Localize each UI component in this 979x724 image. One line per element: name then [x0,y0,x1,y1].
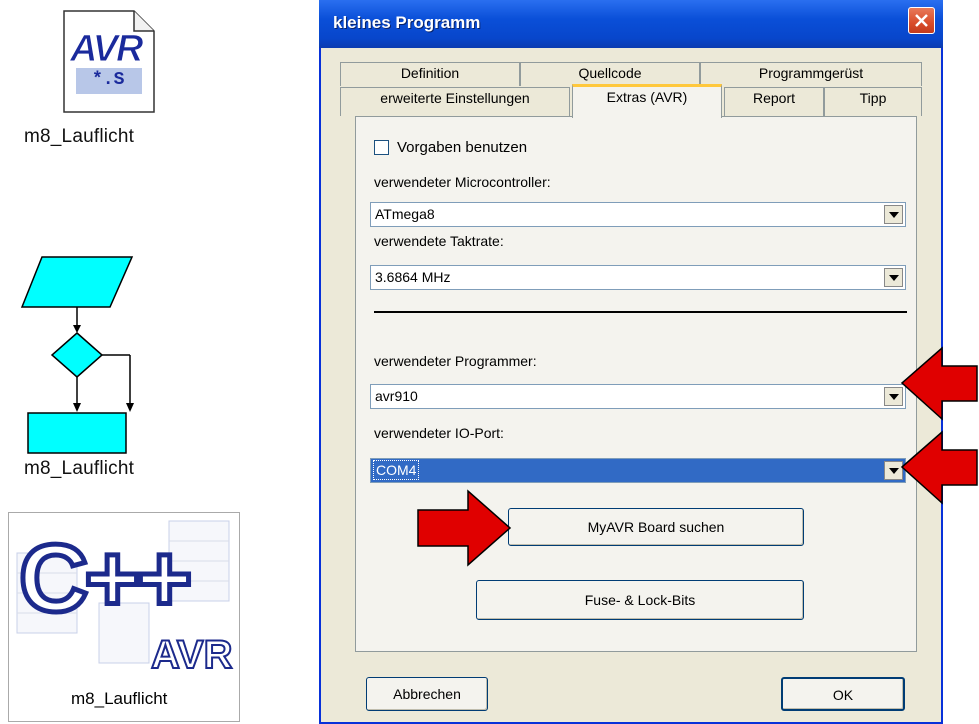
ioport-label: verwendeter IO-Port: [374,425,504,441]
microcontroller-label: verwendeter Microcontroller: [374,174,551,190]
programmer-label: verwendeter Programmer: [374,353,537,369]
avr-badge: AVR [69,28,143,71]
avr-logo: AVR [150,632,233,678]
tab-report[interactable]: Report [724,87,824,116]
vorgaben-checkbox[interactable] [374,140,389,155]
close-icon [915,14,928,27]
checkbox-label: Vorgaben benutzen [397,139,528,156]
chevron-down-icon [889,212,899,218]
microcontroller-value: ATmega8 [375,206,435,222]
cancel-button[interactable]: Abbrechen [366,677,488,711]
programmer-select[interactable]: avr910 [370,384,906,409]
icon-label: m8_Lauflicht [71,689,168,708]
chevron-down-icon [889,394,899,400]
dialog-title: kleines Programm [333,13,481,32]
programmer-value: avr910 [375,388,418,404]
dropdown-button[interactable] [884,268,903,287]
close-button[interactable] [908,7,935,34]
title-bar[interactable]: kleines Programm [319,0,943,48]
tab-tipp[interactable]: Tipp [824,87,922,116]
asm-file-icon[interactable]: AVR *.S [62,10,157,115]
annotation-arrow-ioport [900,430,978,505]
tab-programmgeruest[interactable]: Programmgerüst [700,62,922,86]
tab-definition[interactable]: Definition [340,62,520,86]
ioport-value: COM4 [373,460,420,480]
ok-button[interactable]: OK [781,677,905,711]
chevron-down-icon [889,468,899,474]
tab-erweiterte-einstellungen[interactable]: erweiterte Einstellungen [340,87,570,116]
tab-quellcode[interactable]: Quellcode [520,62,700,86]
clock-label: verwendete Taktrate: [374,233,504,249]
microcontroller-select[interactable]: ATmega8 [370,202,906,227]
clock-select[interactable]: 3.6864 MHz [370,265,906,290]
flowchart-icon[interactable] [20,255,150,455]
fuse-lock-bits-button[interactable]: Fuse- & Lock-Bits [476,580,804,620]
file-extension: *.S [92,70,125,90]
tab-extras-avr[interactable]: Extras (AVR) [572,84,722,118]
annotation-arrow-search [417,489,512,567]
separator [374,311,907,313]
chevron-down-icon [889,275,899,281]
search-board-button[interactable]: MyAVR Board suchen [508,508,804,546]
icon-label: m8_Lauflicht [24,126,135,147]
dropdown-button[interactable] [884,205,903,224]
annotation-arrow-programmer [900,346,978,421]
icon-label: m8_Lauflicht [24,458,135,479]
cpp-project-icon[interactable]: C++ AVR m8_Lauflicht [8,512,240,722]
cpp-logo: C++ [16,525,194,632]
clock-value: 3.6864 MHz [375,269,451,285]
ioport-select[interactable]: COM4 [370,458,906,483]
